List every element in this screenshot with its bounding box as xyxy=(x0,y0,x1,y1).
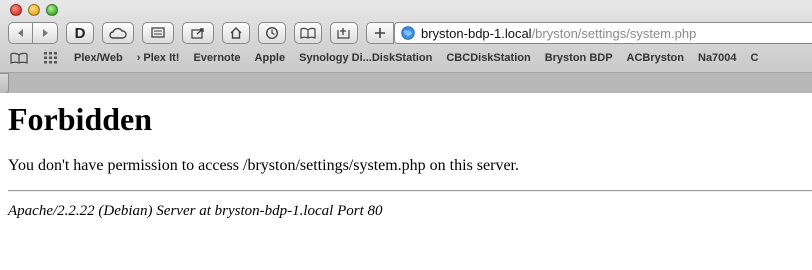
cloud-icon xyxy=(109,27,127,39)
back-arrow-icon xyxy=(17,29,23,37)
window-controls xyxy=(10,4,58,16)
back-button[interactable] xyxy=(8,22,33,44)
book-icon xyxy=(300,27,316,39)
bookmark-plex-it[interactable]: › Plex It! xyxy=(137,52,180,64)
url-host: bryston-bdp-1.local xyxy=(421,25,532,41)
bookmark-apple[interactable]: Apple xyxy=(255,52,286,64)
folder-chevron-icon: › xyxy=(136,52,141,64)
icloud-button[interactable] xyxy=(102,22,134,44)
bookmark-synology-diskstation[interactable]: Synology Di...DiskStation xyxy=(299,52,432,64)
bookmarks-button[interactable] xyxy=(294,22,322,44)
open-book-icon xyxy=(10,52,28,64)
globe-icon xyxy=(401,26,415,40)
divider xyxy=(8,190,812,192)
page-content: Forbidden You don't have permission to a… xyxy=(0,93,812,270)
nav-buttons xyxy=(8,22,58,44)
history-button[interactable] xyxy=(258,22,286,44)
reader-icon xyxy=(151,27,165,38)
forward-arrow-icon xyxy=(43,29,48,37)
bookmark-add-icon xyxy=(337,28,350,39)
reader-button[interactable] xyxy=(142,22,174,44)
tab-handle[interactable] xyxy=(0,73,9,94)
minimize-window-button[interactable] xyxy=(28,4,40,16)
server-signature: Apache/2.2.22 (Debian) Server at bryston… xyxy=(8,203,383,219)
plus-icon xyxy=(375,28,385,38)
bookmark-plex-web[interactable]: Plex/Web xyxy=(74,52,123,64)
close-window-button[interactable] xyxy=(10,4,22,16)
share-icon xyxy=(191,28,204,39)
d-extension-icon: D xyxy=(74,24,86,42)
clock-icon xyxy=(265,26,279,40)
bookmark-acbryston[interactable]: ACBryston xyxy=(627,52,684,64)
bookmarks-bar: Plex/Web › Plex It! Evernote Apple Synolo… xyxy=(0,49,812,67)
forward-button[interactable] xyxy=(33,22,58,44)
bookmark-label: Plex It! xyxy=(143,52,180,64)
top-sites-button[interactable] xyxy=(44,52,58,64)
bookmark-overflow[interactable]: C xyxy=(751,52,759,64)
share-button[interactable] xyxy=(182,22,214,44)
bookmark-bryston-bdp[interactable]: Bryston BDP xyxy=(545,52,613,64)
bookmark-evernote[interactable]: Evernote xyxy=(193,52,240,64)
add-bookmark-button[interactable] xyxy=(330,22,358,44)
reading-list-button[interactable] xyxy=(10,52,28,64)
toolbar: D bryston-bdp-1.local /bryston/settings/… xyxy=(8,21,812,45)
bookmark-na7004[interactable]: Na7004 xyxy=(698,52,737,64)
page-heading: Forbidden xyxy=(8,101,153,137)
error-message: You don't have permission to access /bry… xyxy=(8,157,519,174)
d-extension-button[interactable]: D xyxy=(66,22,94,44)
new-tab-button[interactable] xyxy=(366,22,394,44)
zoom-window-button[interactable] xyxy=(46,4,58,16)
tab-bar xyxy=(0,72,812,94)
bookmark-cbcdiskstation[interactable]: CBCDiskStation xyxy=(446,52,530,64)
address-bar[interactable]: bryston-bdp-1.local/bryston/settings/sys… xyxy=(394,22,812,44)
grid-icon xyxy=(44,52,57,64)
url-path: /bryston/settings/system.php xyxy=(531,25,697,41)
home-button[interactable] xyxy=(222,22,250,44)
home-icon xyxy=(230,27,242,39)
browser-chrome: D bryston-bdp-1.local /bryston/settings/… xyxy=(0,0,812,94)
